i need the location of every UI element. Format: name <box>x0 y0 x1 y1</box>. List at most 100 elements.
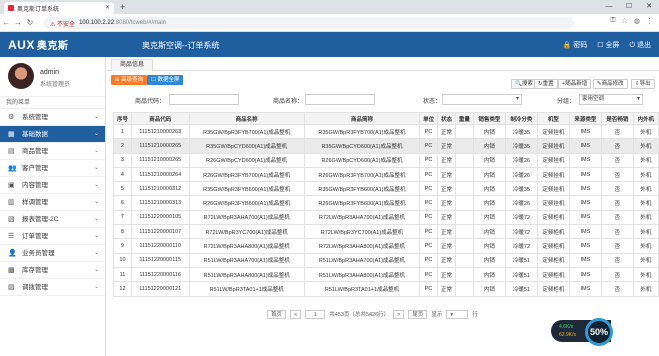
new-tab-icon[interactable]: + <box>120 2 125 12</box>
url-input[interactable]: ⚠ 不安全 100.100.2.22 :8080/tcweb/#/main <box>44 17 574 29</box>
reset-button[interactable]: ↻重置 <box>534 79 558 89</box>
password-button[interactable]: 🔒 密码 <box>563 40 588 50</box>
reload-icon[interactable]: ↻ <box>24 18 36 27</box>
table-row[interactable]: 1 11151210000263 R35GW/BpR3FYB700(A1)成品整机 R… <box>113 123 659 140</box>
table-row[interactable]: 12 11151220000121 R51LW/BpR3TA01+1成品整机 R51L… <box>113 281 659 297</box>
sidebar-item[interactable]: 👥 客户管理 ⌄ <box>0 160 105 177</box>
page-total: 共453页（总共5426行） <box>329 312 390 318</box>
table-cell <box>454 195 474 211</box>
table-row[interactable]: 10 11151220000115 R51LW/BpR3AHA700(A1)成品整机… <box>113 252 659 268</box>
prev-page-button[interactable]: < <box>290 309 302 319</box>
status-label: 状态： <box>423 99 442 105</box>
sidebar-item[interactable]: ▥ 样调管理 ⌄ <box>0 194 105 211</box>
advanced-search-button[interactable]: ⊞ 高级查询 <box>111 75 148 85</box>
sidebar-item[interactable]: ☰ 订单管理 ⌄ <box>0 228 105 245</box>
group-select[interactable]: 家用空调 <box>579 94 643 105</box>
column-header[interactable]: 商品简称 <box>303 112 421 125</box>
table-cell: PC <box>419 152 439 168</box>
sidebar-item[interactable]: 👤 业务员管理 ⌄ <box>0 245 105 262</box>
column-header[interactable]: 是否畅销 <box>600 112 634 125</box>
sidebar-item[interactable]: ▨ 调拨管理 ⌄ <box>0 279 105 296</box>
logout-button[interactable]: ⏻ 退出 <box>630 40 651 50</box>
data-fullscreen-button[interactable]: ☐ 数据全屏 <box>147 75 184 85</box>
tab-product-info[interactable]: 商品信息 <box>111 59 154 71</box>
table-row[interactable]: 6 11151210000313 R26GW/BpR3FYB600(A1)成品整机 R… <box>113 195 659 211</box>
column-header[interactable]: 销售类型 <box>472 112 506 125</box>
table-row[interactable]: 7 11151220000105 R72LW/BpR3AHA700(A1)成品整机 R… <box>113 209 659 226</box>
table-cell: 外机 <box>632 281 659 297</box>
table-cell: 11151220000107 <box>130 224 190 240</box>
sidebar-item[interactable]: ▦ 基础数据 ⌄ <box>0 126 105 143</box>
table-row[interactable]: 8 11151220000107 R72LW/BpR3YC700(A1)成品整机 R7… <box>113 224 659 240</box>
minimize-icon[interactable]: — <box>599 0 619 14</box>
last-page-button[interactable]: 尾页 <box>408 309 428 319</box>
table-row[interactable]: 9 11151220000110 R72LW/BpR3AHA800(A1)成品整机 R… <box>113 238 659 254</box>
sidebar-item[interactable]: ▣ 内容管理 ⌄ <box>0 177 105 194</box>
column-header[interactable]: 状态 <box>437 112 456 125</box>
close-tab-icon[interactable]: ✕ <box>105 4 110 11</box>
search-button[interactable]: 🔍搜索 <box>511 79 537 89</box>
table-cell <box>454 209 474 226</box>
code-input[interactable] <box>169 94 239 105</box>
add-button[interactable]: +随品新增 <box>558 79 592 89</box>
sidebar-item-label: 样调管理 <box>22 198 48 206</box>
column-header[interactable]: 来源类型 <box>568 112 602 125</box>
column-header[interactable]: 重量 <box>454 112 474 125</box>
column-header[interactable]: 内外机 <box>632 112 659 125</box>
close-window-icon[interactable]: ✕ <box>639 0 659 14</box>
table-cell: IMS <box>568 166 602 183</box>
table-row[interactable]: 5 11151210000312 R35GW/BpR3FYB600(A1)成品整机 R… <box>113 181 659 197</box>
next-page-button[interactable]: > <box>393 309 405 319</box>
sidebar-item[interactable]: ⚙ 系统管理 ⌄ <box>0 109 105 126</box>
table-cell: 11151220000116 <box>130 266 190 283</box>
edit-button[interactable]: ✎商品修改 <box>593 79 628 89</box>
key-icon[interactable]: ⚿ <box>610 17 615 25</box>
maximize-icon[interactable]: ☐ <box>619 0 639 14</box>
column-header[interactable]: 商品代码 <box>130 112 190 125</box>
table-cell: 冷暖51 <box>504 266 538 283</box>
table-cell: R72LW/BpR3AHA700(A1)成品整机 <box>188 209 305 226</box>
column-header[interactable]: 制冷分类 <box>504 112 538 125</box>
column-header[interactable]: 序号 <box>113 112 132 125</box>
name-input[interactable] <box>305 94 375 105</box>
table-row[interactable]: 2 11151210000265 R35GW/BpCYD600(A1)成品整机 R35… <box>113 138 659 154</box>
table-cell <box>454 266 474 283</box>
extension-icon[interactable]: ◍ <box>634 17 640 25</box>
table-cell: 11151210000313 <box>130 195 190 211</box>
table-cell: IMS <box>568 123 602 140</box>
menu-icon: ▥ <box>8 198 15 206</box>
star-icon[interactable]: ☆ <box>622 17 628 25</box>
menu-dots-icon[interactable]: ⋮ <box>646 17 653 25</box>
table-cell: 冷暖72 <box>504 238 538 254</box>
forward-icon[interactable]: → <box>12 18 24 27</box>
table-cell: PC <box>419 238 439 254</box>
table-row[interactable]: 3 11151210000265 R26GW/BpCYD600(A1)成品整机 R26… <box>113 152 659 168</box>
insecure-indicator[interactable]: ⚠ 不安全 <box>50 19 75 28</box>
sidebar-item[interactable]: ▩ 库存管理 ⌄ <box>0 262 105 279</box>
table-cell: PC <box>419 123 439 140</box>
table-cell: 正常 <box>437 123 456 140</box>
column-header[interactable]: 商品名称 <box>188 112 305 125</box>
table-cell: IMS <box>568 138 602 154</box>
page-size-select[interactable]: ▾ <box>446 309 469 319</box>
chevron-down-icon: ⌄ <box>93 267 99 273</box>
browser-tab[interactable]: 奥克斯订单系统 ✕ <box>4 2 114 14</box>
first-page-button[interactable]: 首页 <box>267 309 287 319</box>
page-input[interactable]: 1 <box>305 309 326 319</box>
status-select[interactable] <box>442 94 522 105</box>
table-cell: R51LW/BpR3AHA800(A1)成品整机 <box>303 266 421 283</box>
fullscreen-button[interactable]: ☐ 全屏 <box>597 40 619 50</box>
table-row[interactable]: 11 11151220000116 R51LW/BpR3AHA800(A1)成品整机… <box>113 266 659 283</box>
table-row[interactable]: 4 11151210000264 R26GW/BpR3FYB700(A1)成品整机 R… <box>113 166 659 183</box>
table-cell: 否 <box>600 266 634 283</box>
sidebar-item[interactable]: ▧ 报表管理-2C ⌄ <box>0 211 105 228</box>
sidebar-item[interactable]: ▤ 商品管理 ⌄ <box>0 143 105 160</box>
menu-icon: ▧ <box>8 215 15 223</box>
table-cell <box>454 252 474 268</box>
table-cell: 内销 <box>472 152 506 168</box>
export-button[interactable]: ⇩导出 <box>631 79 655 89</box>
back-icon[interactable]: ← <box>0 18 12 27</box>
table-cell: 6 <box>113 195 132 211</box>
column-header[interactable]: 单位 <box>419 112 439 125</box>
column-header[interactable]: 机型 <box>536 112 570 125</box>
